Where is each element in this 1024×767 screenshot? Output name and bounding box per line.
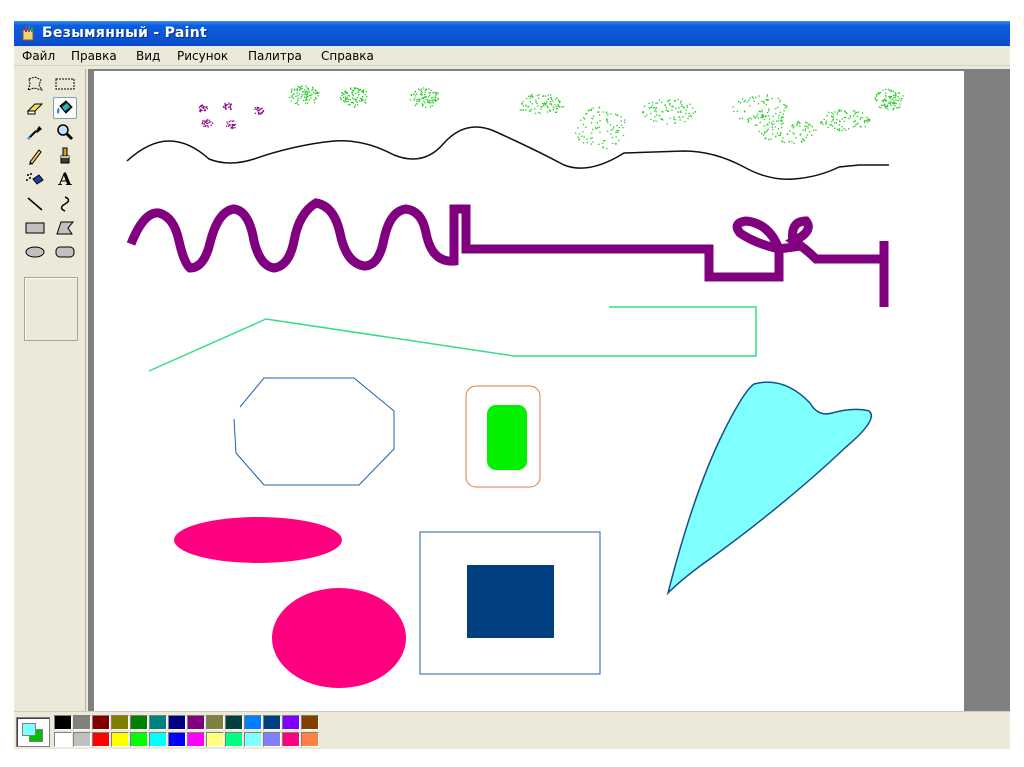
menu-file[interactable]: Файл: [21, 46, 56, 66]
octagon-outline: [233, 377, 395, 486]
purple-spray-dots: [198, 102, 265, 130]
polygon-tool[interactable]: [53, 217, 77, 239]
rectangle-select-tool[interactable]: [53, 73, 77, 95]
drawing-canvas[interactable]: [94, 71, 964, 711]
palette-color-swatch[interactable]: [130, 715, 148, 730]
airbrush-tool[interactable]: [23, 169, 47, 191]
color-picker-tool[interactable]: [23, 121, 47, 143]
palette-color-swatch[interactable]: [73, 732, 91, 747]
palette-color-swatch[interactable]: [73, 715, 91, 730]
palette-color-swatch[interactable]: [244, 732, 262, 747]
color-picker-icon: [27, 126, 42, 140]
polygon-icon: [56, 221, 75, 235]
palette-color-swatch[interactable]: [187, 715, 205, 730]
pink-circle: [272, 588, 406, 688]
menu-image[interactable]: Рисунок: [176, 46, 229, 66]
text-icon: A: [58, 170, 72, 190]
green-rounded-rectangle: [487, 405, 527, 470]
current-colors-indicator[interactable]: [16, 717, 50, 747]
menu-colors[interactable]: Палитра: [247, 46, 303, 66]
airbrush-icon: [26, 173, 44, 185]
palette-color-swatch[interactable]: [54, 715, 72, 730]
menu-help[interactable]: Справка: [320, 46, 375, 66]
palette-color-swatch[interactable]: [301, 732, 319, 747]
rectangle-icon: [25, 222, 45, 234]
menu-view[interactable]: Вид: [135, 46, 161, 66]
green-polyline: [148, 306, 757, 372]
palette-color-swatch[interactable]: [244, 715, 262, 730]
palette-color-swatch[interactable]: [168, 715, 186, 730]
cyan-kite-shape: [666, 381, 873, 596]
ellipse-tool[interactable]: [23, 241, 47, 263]
line-tool[interactable]: [23, 193, 47, 215]
work-area: [88, 69, 1010, 711]
paint-app-icon: [22, 25, 34, 41]
palette-color-swatch[interactable]: [149, 715, 167, 730]
toolbox: A: [14, 69, 86, 711]
rectangle-tool[interactable]: [23, 217, 47, 239]
pink-ellipse: [174, 517, 342, 563]
palette-color-swatch[interactable]: [282, 732, 300, 747]
magnifier-icon: [57, 124, 74, 141]
pencil-icon: [29, 149, 42, 165]
text-tool[interactable]: A: [53, 169, 77, 191]
brush-icon: [60, 147, 70, 164]
window-title: Безымянный - Paint: [42, 25, 207, 41]
page-margin: [1010, 21, 1024, 749]
palette-color-swatch[interactable]: [111, 732, 129, 747]
palette-color-swatch[interactable]: [111, 715, 129, 730]
paint-window: Безымянный - Paint Файл Правка Вид Рисун…: [14, 21, 1010, 749]
palette-color-swatch[interactable]: [92, 732, 110, 747]
eraser-icon: [26, 103, 44, 115]
eraser-tool[interactable]: [23, 97, 47, 119]
fill-bucket-tool[interactable]: [53, 97, 77, 119]
foreground-color-swatch: [22, 723, 36, 736]
ellipse-icon: [25, 246, 45, 258]
palette-color-swatch[interactable]: [149, 732, 167, 747]
palette-color-swatch[interactable]: [225, 715, 243, 730]
rectangle-select-icon: [55, 78, 75, 90]
pencil-tool[interactable]: [23, 145, 47, 167]
palette-color-swatch[interactable]: [301, 715, 319, 730]
brush-tool[interactable]: [53, 145, 77, 167]
canvas-drawing: [126, 85, 904, 688]
palette-color-swatch[interactable]: [225, 732, 243, 747]
palette-color-swatch[interactable]: [206, 732, 224, 747]
tool-options-panel[interactable]: [24, 277, 78, 341]
title-bar[interactable]: Безымянный - Paint: [14, 21, 1010, 46]
black-wavy-curve: [126, 126, 889, 180]
palette-color-swatch[interactable]: [282, 715, 300, 730]
free-form-select-tool[interactable]: [23, 73, 47, 95]
green-spray-dots: [288, 85, 904, 150]
free-form-select-icon: [27, 76, 44, 91]
menu-edit[interactable]: Правка: [70, 46, 118, 66]
rounded-rectangle-tool[interactable]: [53, 241, 77, 263]
curve-tool[interactable]: [53, 193, 77, 215]
palette-color-swatch[interactable]: [168, 732, 186, 747]
palette-color-swatch[interactable]: [92, 715, 110, 730]
palette-color-swatch[interactable]: [263, 715, 281, 730]
navy-filled-square: [467, 565, 554, 638]
curve-icon: [60, 196, 70, 212]
line-icon: [27, 197, 43, 211]
palette-color-swatch[interactable]: [206, 715, 224, 730]
purple-thick-stroke: [126, 198, 889, 307]
magnifier-tool[interactable]: [53, 121, 77, 143]
palette-color-swatch[interactable]: [54, 732, 72, 747]
fill-bucket-icon: [57, 100, 73, 114]
palette-color-swatch[interactable]: [187, 732, 205, 747]
rounded-rectangle-icon: [55, 246, 75, 258]
menu-bar: Файл Правка Вид Рисунок Палитра Справка: [14, 46, 1010, 66]
color-palette: [14, 711, 1010, 749]
palette-color-swatch[interactable]: [130, 732, 148, 747]
palette-color-swatch[interactable]: [263, 732, 281, 747]
